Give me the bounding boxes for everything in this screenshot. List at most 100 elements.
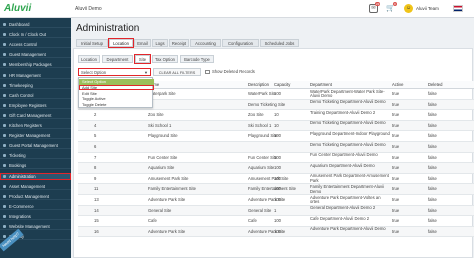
table-row[interactable]: 13 Adventure Park Site Adventure Park Site… — [78, 195, 474, 206]
sidebar-item-membership-packages[interactable]: Membership Packages — [0, 61, 71, 69]
show-deleted-checkbox[interactable] — [205, 69, 210, 74]
access-control-icon — [3, 43, 6, 47]
cell-capacity: 100 — [274, 186, 281, 192]
sidebar-item-label: Gift Card Management — [9, 112, 52, 118]
sidebar-item-asset-management[interactable]: Asset Management — [0, 183, 71, 190]
sidebar-item-guest-management[interactable]: Guest Management — [0, 51, 71, 59]
cell-deleted: false — [428, 165, 437, 171]
clear-filters-button[interactable]: CLEAR ALL FILTERS — [153, 68, 201, 76]
cell-name: Adventure Park Site — [148, 197, 186, 202]
action-select-value: Select Option — [81, 70, 107, 75]
dropdown-option-toggle-delete[interactable]: Toggle Delete — [79, 102, 154, 108]
language-flag-icon[interactable] — [453, 5, 463, 12]
sidebar-item-register-management[interactable]: Register Management — [0, 132, 71, 140]
subtab-tax-option[interactable]: Tax Option — [152, 55, 178, 63]
table-row[interactable]: 15 Cafe Cafe 100 Cafe Department-Aluvii Demo… — [78, 216, 474, 227]
cell-active: true — [392, 186, 400, 192]
sidebar-item-product-management[interactable]: Product Management — [0, 193, 71, 200]
table-row[interactable]: 6 Demo Ticketing Department-Aluvii Demo tr… — [78, 142, 474, 153]
cell-capacity: 10 — [274, 112, 279, 118]
tab-receipt[interactable]: Receipt — [169, 39, 189, 47]
cell-description: Amusement Park Site — [248, 175, 289, 181]
cell-capacity: 100 — [274, 218, 281, 224]
table-row[interactable]: 11 Family Entertainment Site Family Entert… — [78, 184, 474, 195]
user-name[interactable]: Aluvii Team — [416, 5, 439, 12]
table-row[interactable]: 7 Fun Center Site Fun Center Site 100 Fun Ce… — [78, 152, 474, 164]
cell-id: 11 — [94, 186, 99, 192]
sidebar-item-cash-control[interactable]: Cash Control — [0, 92, 71, 99]
breadcrumb[interactable]: Aluvii Demo — [75, 4, 102, 14]
sidebar-item-website-management[interactable]: Website Management — [0, 223, 71, 230]
subtab-site[interactable]: Site — [134, 54, 151, 64]
column-header[interactable]: Capacity — [274, 81, 290, 89]
table-row[interactable]: 4 Ski School 1 Ski School 1 10 Demo Ticketin… — [78, 120, 474, 132]
dropdown-option-toggle-active[interactable]: Toggle Active — [79, 96, 154, 102]
app-window: { "app": {"logo": "Aluvii", "breadcrumb"… — [0, 0, 474, 258]
sidebar: Dashboard Clock In / Clock Out Access Cont… — [0, 18, 71, 258]
tab-email[interactable]: Email — [134, 39, 151, 47]
column-header[interactable]: Description — [248, 81, 269, 89]
table-row[interactable]: 9 Amusement Park Site Amusement Park Site 1… — [78, 173, 474, 185]
sidebar-item-access-control[interactable]: Access Control — [0, 41, 71, 49]
action-select[interactable]: Select Option ▼ — [78, 68, 151, 76]
column-header[interactable]: Deleted — [428, 81, 442, 89]
cell-active: true — [392, 144, 400, 149]
sidebar-item-guest-portal-management[interactable]: Guest Portal Management — [0, 142, 71, 150]
dropdown-option-add-site[interactable]: Add Site — [79, 84, 154, 91]
cart-badge: 0 — [393, 2, 397, 6]
cell-active: true — [392, 154, 400, 160]
tab-location[interactable]: Location — [108, 38, 134, 48]
sidebar-item-timekeeping[interactable]: Timekeeping — [0, 82, 71, 89]
sidebar-item-label: Bookings — [9, 163, 27, 169]
cell-capacity: 100 — [274, 165, 281, 171]
sidebar-item-dashboard[interactable]: Dashboard — [0, 21, 71, 28]
tab-accounting[interactable]: Accounting — [190, 39, 221, 47]
sidebar-item-e-commerce[interactable]: E-Commerce — [0, 203, 71, 210]
sidebar-item-label: Administration — [9, 173, 36, 179]
table-row[interactable]: 16 Adventure Park Site Adventure Park Site… — [78, 226, 474, 238]
app-logo[interactable]: Aluvii — [4, 2, 44, 16]
cell-deleted: false — [428, 186, 437, 192]
tab-configuration[interactable]: Configuration — [222, 39, 259, 47]
tab-scheduled-jobs[interactable]: Scheduled Jobs — [260, 39, 299, 47]
table-row[interactable]: 5 Playground Site Playground Site 100 Playgr… — [78, 131, 474, 142]
sidebar-item-kitchen-registers[interactable]: Kitchen Registers — [0, 122, 71, 129]
dropdown-option-select-option[interactable]: Select Option — [79, 79, 154, 85]
table-row[interactable]: 14 General Site General Site 1 General Depar… — [78, 205, 474, 217]
dropdown-option-edit-site[interactable]: Edit Site — [79, 91, 154, 97]
cell-deleted: false — [428, 207, 437, 213]
cell-deleted: false — [428, 101, 437, 107]
subtab-department[interactable]: Department — [102, 55, 133, 63]
sidebar-item-integrations[interactable]: Integrations — [0, 213, 71, 220]
sidebar-item-administration[interactable]: Administration — [0, 172, 71, 180]
cell-id: 4 — [94, 122, 97, 128]
sidebar-item-ticketing[interactable]: Ticketing — [0, 152, 71, 160]
avatar[interactable]: ☺ — [404, 4, 413, 13]
cell-capacity: 10 — [274, 122, 279, 128]
cell-department: Cafe Department-Aluvii Demo 2 — [310, 215, 370, 221]
cell-deleted: false — [428, 228, 437, 234]
column-header[interactable]: Active — [392, 81, 403, 89]
cell-department: Adventure Park Department-Aluvii Demo — [310, 226, 386, 232]
cell-id: 15 — [94, 218, 99, 224]
sidebar-item-label: Asset Management — [9, 183, 46, 189]
sidebar-item-hr-management[interactable]: HR Management — [0, 72, 71, 79]
table-row[interactable]: 8 Aquarium Site Aquarium Site 100 Aquarium D… — [78, 163, 474, 174]
column-header[interactable]: Department — [310, 81, 332, 89]
website-management-icon — [3, 225, 6, 228]
cell-capacity: 100 — [274, 197, 281, 202]
sidebar-item-label: Clock In / Clock Out — [9, 32, 47, 38]
table-row[interactable]: 2 Zoo Site Zoo Site 10 Training Department-A… — [78, 110, 474, 121]
subtab-location[interactable]: Location — [78, 55, 100, 63]
sidebar-item-bookings[interactable]: Bookings — [0, 162, 71, 170]
sidebar-item-clock-in-clock-out[interactable]: Clock In / Clock Out — [0, 31, 71, 39]
subtab-barcode-type[interactable]: Barcode Type — [180, 55, 214, 63]
tab-logs[interactable]: Logs — [152, 39, 168, 47]
location-panel: Location Department Site Tax Option Barcode … — [73, 48, 474, 258]
cell-description: Zoo Site — [248, 112, 264, 118]
tab-initial-setup[interactable]: Initial Setup — [76, 39, 108, 47]
sidebar-item-gift-card-management[interactable]: Gift Card Management — [0, 112, 71, 119]
sidebar-item-employee-registers[interactable]: Employee Registers — [0, 102, 71, 109]
cell-deleted: false — [428, 133, 437, 139]
sidebar-item-label: Dashboard — [9, 22, 30, 27]
